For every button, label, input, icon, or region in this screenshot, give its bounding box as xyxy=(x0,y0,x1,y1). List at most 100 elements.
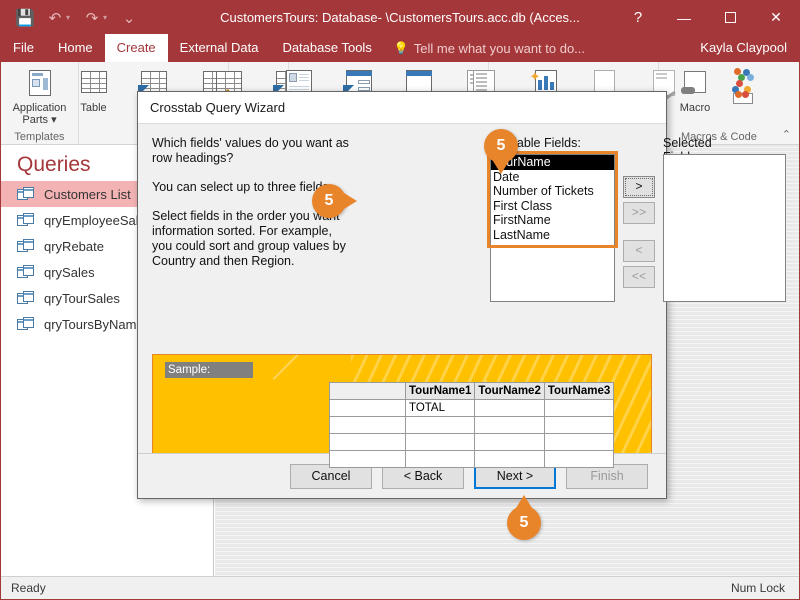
redo-icon[interactable]: ↷ xyxy=(78,5,106,31)
nav-item-label: qryTourSales xyxy=(44,290,120,306)
close-icon[interactable]: ✕ xyxy=(753,1,799,34)
callout-badge-list: 5 xyxy=(312,184,357,218)
sample-header-cell: TourName2 xyxy=(474,382,545,400)
prompt-line-3: Select fields in the order you want info… xyxy=(152,209,346,268)
redo-dropdown-icon[interactable]: ▾ xyxy=(103,13,113,22)
title-bar: 💾 ↶ ▾ ↷ ▾ ⌄ CustomersTours: Database- \C… xyxy=(1,1,799,34)
application-parts-icon xyxy=(23,68,57,100)
user-account-label[interactable]: Kayla Claypool xyxy=(700,34,799,62)
crosstab-query-wizard-dialog: Crosstab Query Wizard Which fields' valu… xyxy=(137,91,786,499)
undo-dropdown-icon[interactable]: ▾ xyxy=(66,13,76,22)
sample-label: Sample: xyxy=(165,362,253,378)
sample-rowheader-cell xyxy=(329,450,406,468)
ribbon-group-templates-icons: Application Parts ▾ xyxy=(13,62,66,129)
help-icon[interactable]: ? xyxy=(615,1,661,34)
sample-cell xyxy=(543,450,615,468)
status-left: Ready xyxy=(11,581,46,595)
vb-code-buttons[interactable] xyxy=(729,68,761,104)
status-bar: Ready Num Lock xyxy=(1,576,799,599)
ribbon-group-macros-icons: Macro xyxy=(669,62,761,129)
sample-cell xyxy=(404,416,476,434)
macro-button[interactable]: Macro xyxy=(669,68,721,114)
selected-fields-listbox[interactable] xyxy=(663,154,786,302)
application-parts-button[interactable]: Application Parts ▾ xyxy=(13,68,66,126)
tab-external-data[interactable]: External Data xyxy=(168,34,271,62)
visual-basic-icon xyxy=(728,91,762,104)
move-buttons-column: > >> < << xyxy=(623,176,655,288)
nav-item-label: qryToursByName xyxy=(44,316,144,332)
callout-tail xyxy=(493,161,509,174)
query-object-icon xyxy=(17,264,35,280)
sample-cell xyxy=(404,433,476,451)
move-right-button[interactable]: > xyxy=(623,176,655,198)
available-field-item[interactable]: Date xyxy=(491,170,614,185)
sample-rowheader-cell xyxy=(329,399,406,417)
nav-item-label: qrySales xyxy=(44,264,95,280)
access-window: 💾 ↶ ▾ ↷ ▾ ⌄ CustomersTours: Database- \C… xyxy=(0,0,800,600)
query-object-icon xyxy=(17,316,35,332)
ribbon-group-templates-label: Templates xyxy=(14,131,65,143)
callout-number: 5 xyxy=(519,514,529,531)
dialog-body: Which fields' values do you want as row … xyxy=(138,124,786,474)
query-object-icon xyxy=(17,238,35,254)
table-button[interactable]: Table xyxy=(68,68,120,114)
callout-tail xyxy=(344,193,357,209)
sample-cell: TOTAL xyxy=(404,399,476,417)
sample-row xyxy=(329,416,615,434)
callout-badge-move-button: 5 xyxy=(484,129,518,174)
tab-database-tools[interactable]: Database Tools xyxy=(270,34,383,62)
tell-me-box[interactable]: 💡 Tell me what you want to do... xyxy=(384,34,595,62)
move-all-right-button[interactable]: >> xyxy=(623,202,655,224)
minimize-icon[interactable]: — xyxy=(661,1,707,34)
sample-cell xyxy=(474,416,545,434)
sample-cell xyxy=(474,399,545,417)
macro-icon xyxy=(678,68,712,100)
save-icon[interactable]: 💾 xyxy=(11,5,39,31)
query-object-icon xyxy=(17,186,35,202)
available-field-item[interactable]: First Class xyxy=(491,199,614,214)
table-icon xyxy=(77,68,111,100)
tab-home[interactable]: Home xyxy=(46,34,105,62)
collapse-ribbon-icon[interactable]: ⌃ xyxy=(782,128,791,141)
sample-cell xyxy=(543,416,615,434)
maximize-icon[interactable] xyxy=(707,1,753,34)
sample-header-row: TourName1 TourName2 TourName3 xyxy=(329,382,615,400)
move-all-left-button[interactable]: << xyxy=(623,266,655,288)
tell-me-label: Tell me what you want to do... xyxy=(413,40,586,56)
table-label: Table xyxy=(80,102,107,114)
dialog-title: Crosstab Query Wizard xyxy=(150,100,286,115)
nav-item-label: Customers List xyxy=(44,186,131,202)
sample-cell xyxy=(474,450,545,468)
sample-cell xyxy=(543,399,615,417)
dialog-title-bar: Crosstab Query Wizard xyxy=(138,92,666,124)
quick-access-toolbar: 💾 ↶ ▾ ↷ ▾ ⌄ xyxy=(1,5,143,31)
sample-corner-cell xyxy=(329,382,406,400)
sample-header-cell: TourName1 xyxy=(404,382,476,400)
nav-item-label: qryRebate xyxy=(44,238,104,254)
query-object-icon xyxy=(17,212,35,228)
query-object-icon xyxy=(17,290,35,306)
tab-create[interactable]: Create xyxy=(104,34,168,62)
undo-icon[interactable]: ↶ xyxy=(41,5,69,31)
available-fields-listbox[interactable]: TourName Date Number of Tickets First Cl… xyxy=(490,154,615,302)
callout-number: 5 xyxy=(496,137,506,154)
sample-cell xyxy=(404,450,476,468)
callout-number: 5 xyxy=(324,192,334,209)
available-field-item[interactable]: LastName xyxy=(491,228,614,243)
sample-row: TOTAL xyxy=(329,399,615,417)
ribbon-tab-bar: File Home Create External Data Database … xyxy=(1,34,799,62)
available-fields-listbox-wrap: TourName Date Number of Tickets First Cl… xyxy=(490,154,615,302)
move-left-button[interactable]: < xyxy=(623,240,655,262)
available-field-item[interactable]: FirstName xyxy=(491,213,614,228)
maximize-square xyxy=(724,12,736,23)
prompt-line-1: Which fields' values do you want as row … xyxy=(152,136,349,165)
ribbon-group-macros-code: Macro Macros & Code xyxy=(659,62,771,145)
macro-label: Macro xyxy=(679,102,711,114)
callout-tail xyxy=(516,495,532,508)
tab-file[interactable]: File xyxy=(1,34,46,62)
available-field-item[interactable]: Number of Tickets xyxy=(491,184,614,199)
sample-cell xyxy=(543,433,615,451)
sample-cell xyxy=(474,433,545,451)
sample-header-cell: TourName3 xyxy=(543,382,615,400)
customize-qat-icon[interactable]: ⌄ xyxy=(115,5,143,31)
